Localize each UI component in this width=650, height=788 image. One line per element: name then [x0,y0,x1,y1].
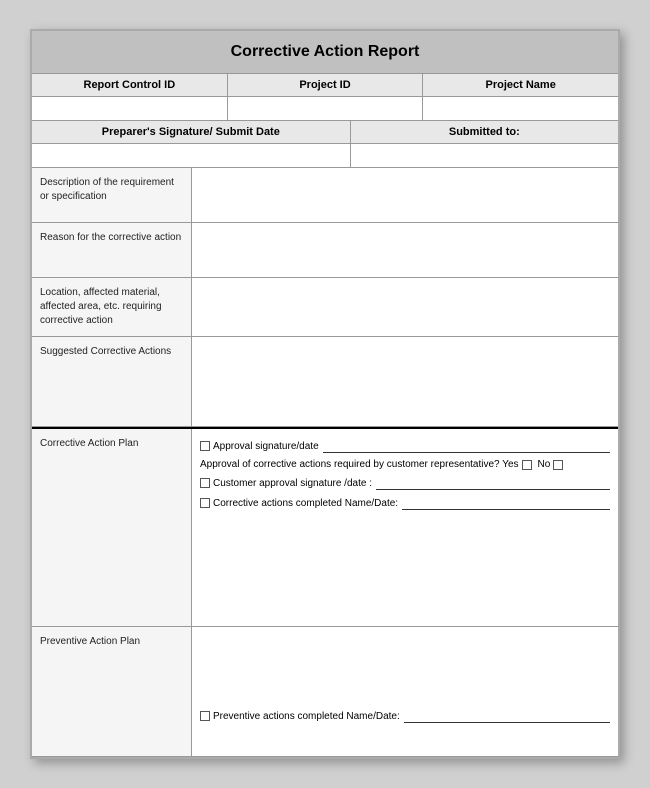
project-name-header: Project Name [423,74,618,96]
reason-section: Reason for the corrective action [32,223,618,278]
cap-label: Corrective Action Plan [32,429,192,626]
approval-required-label: Approval of corrective actions required … [200,459,519,470]
cap-section: Corrective Action Plan Approval signatur… [32,427,618,627]
customer-approval-label: Customer approval signature /date : [213,478,372,489]
corrective-action-report-form: Corrective Action Report Report Control … [30,29,620,759]
description-content[interactable] [192,168,618,222]
no-checkbox-container [553,460,566,470]
preventive-completed-label: Preventive actions completed Name/Date: [213,711,400,722]
pap-content: Preventive actions completed Name/Date: [192,627,618,756]
description-label: Description of the requirement or specif… [32,168,192,222]
location-label: Location, affected material, affected ar… [32,278,192,336]
corrective-completed-checkbox[interactable] [200,498,210,508]
customer-approval-fill [376,476,610,490]
no-checkbox[interactable] [553,460,563,470]
yes-checkbox-container [522,460,535,470]
project-id-value[interactable] [228,97,424,120]
preventive-completed-line: Preventive actions completed Name/Date: [200,709,610,723]
approval-required-line: Approval of corrective actions required … [200,459,610,470]
pap-spacer [200,633,610,703]
submitted-to-header: Submitted to: [351,121,618,143]
location-content[interactable] [192,278,618,336]
cap-content: Approval signature/date Approval of corr… [192,429,618,626]
preventive-completed-checkbox[interactable] [200,711,210,721]
reason-label: Reason for the corrective action [32,223,192,277]
corrective-completed-label: Corrective actions completed Name/Date: [213,498,398,509]
pap-label: Preventive Action Plan [32,627,192,756]
project-name-value[interactable] [423,97,618,120]
project-id-header: Project ID [228,74,424,96]
approval-checkbox[interactable] [200,441,210,451]
preparer-signature-header: Preparer's Signature/ Submit Date [32,121,351,143]
report-control-id-value[interactable] [32,97,228,120]
report-control-id-header: Report Control ID [32,74,228,96]
header-data-row [32,97,618,121]
preparer-signature-value[interactable] [32,144,351,167]
approval-signature-line: Approval signature/date [200,439,610,453]
preparer-data-row [32,144,618,168]
suggested-content[interactable] [192,337,618,426]
submitted-to-value[interactable] [351,144,618,167]
form-title: Corrective Action Report [32,31,618,74]
pap-section: Preventive Action Plan Preventive action… [32,627,618,757]
suggested-section: Suggested Corrective Actions [32,337,618,427]
reason-content[interactable] [192,223,618,277]
approval-sig-fill [323,439,610,453]
corrective-completed-fill [402,496,610,510]
customer-approval-line: Customer approval signature /date : [200,476,610,490]
header-labels-row: Report Control ID Project ID Project Nam… [32,74,618,97]
location-section: Location, affected material, affected ar… [32,278,618,337]
suggested-label: Suggested Corrective Actions [32,337,192,426]
approval-sig-label: Approval signature/date [213,441,319,452]
no-label: No [538,459,551,470]
customer-approval-checkbox[interactable] [200,478,210,488]
preparer-header-row: Preparer's Signature/ Submit Date Submit… [32,121,618,144]
description-section: Description of the requirement or specif… [32,168,618,223]
corrective-completed-line: Corrective actions completed Name/Date: [200,496,610,510]
preventive-completed-fill [404,709,610,723]
yes-checkbox[interactable] [522,460,532,470]
